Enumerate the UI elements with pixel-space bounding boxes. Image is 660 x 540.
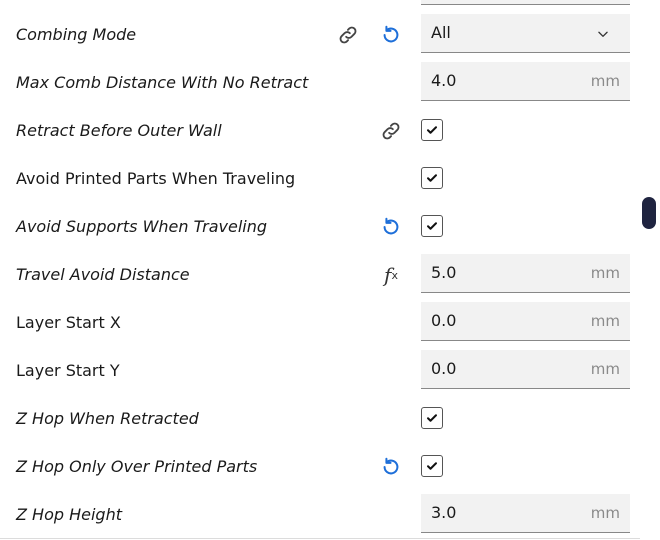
function-icon[interactable]: fx — [379, 263, 403, 287]
setting-checkbox[interactable] — [421, 167, 443, 189]
setting-label: Z Hop Only Over Printed Parts — [16, 457, 258, 476]
link-icon[interactable] — [336, 23, 360, 47]
setting-label: Travel Avoid Distance — [16, 265, 190, 284]
checkmark-icon — [426, 220, 438, 232]
setting-label: Layer Start Y — [16, 361, 120, 380]
setting-label: Retract Before Outer Wall — [16, 121, 222, 140]
reset-icon[interactable] — [379, 23, 403, 47]
setting-row-z-hop-height: Z Hop Height 3.0 mm — [0, 491, 640, 539]
setting-row-z-hop-when-retracted: Z Hop When Retracted — [0, 395, 640, 443]
field-value: All — [431, 23, 451, 42]
checkmark-icon — [426, 172, 438, 184]
function-subscript: x — [391, 268, 398, 282]
link-icon[interactable] — [379, 119, 403, 143]
setting-checkbox[interactable] — [421, 119, 443, 141]
setting-label: Z Hop When Retracted — [16, 409, 199, 428]
setting-row-retract-before-outer-wall: Retract Before Outer Wall — [0, 107, 640, 155]
setting-label: Z Hop Height — [16, 505, 122, 524]
reset-icon[interactable] — [379, 455, 403, 479]
field-value: 3.0 — [431, 503, 457, 522]
setting-label: Avoid Supports When Traveling — [16, 217, 268, 236]
field-unit: mm — [590, 360, 620, 378]
setting-number-input[interactable]: 3.0 mm — [421, 494, 630, 533]
setting-number-input[interactable]: 5.0 mm — [421, 254, 630, 293]
setting-row-layer-start-y: Layer Start Y 0.0 mm — [0, 347, 640, 395]
setting-number-input[interactable]: 0.0 mm — [421, 302, 630, 341]
settings-panel: Combing Mode All Max Comb Distance With No… — [0, 0, 660, 540]
setting-number-input[interactable]: 0.0 mm — [421, 350, 630, 389]
divider — [0, 538, 640, 539]
setting-row-travel-avoid-distance: Travel Avoid Distance f x 5.0 mm — [0, 251, 640, 299]
checkmark-icon — [426, 412, 438, 424]
field-value: 0.0 — [431, 359, 457, 378]
setting-label: Combing Mode — [16, 25, 137, 44]
setting-checkbox[interactable] — [421, 215, 443, 237]
field-value: 0.0 — [431, 311, 457, 330]
field-unit: mm — [590, 504, 620, 522]
setting-checkbox[interactable] — [421, 455, 443, 477]
checkmark-icon — [426, 460, 438, 472]
chevron-down-icon — [596, 26, 610, 40]
setting-dropdown[interactable]: All — [421, 14, 630, 53]
field-unit: mm — [590, 264, 620, 282]
field-unit: mm — [590, 312, 620, 330]
setting-row-avoid-printed-parts: Avoid Printed Parts When Traveling — [0, 155, 640, 203]
field-value: 4.0 — [431, 71, 457, 90]
setting-number-input[interactable]: 4.0 mm — [421, 62, 630, 101]
setting-label: Avoid Printed Parts When Traveling — [16, 169, 296, 188]
scrollbar-thumb[interactable] — [642, 197, 656, 229]
setting-row-max-comb-distance: Max Comb Distance With No Retract 4.0 mm — [0, 59, 640, 107]
checkmark-icon — [426, 124, 438, 136]
field-unit: mm — [590, 72, 620, 90]
field-value: 5.0 — [431, 263, 457, 282]
setting-label: Layer Start X — [16, 313, 121, 332]
function-glyph: f — [384, 263, 392, 287]
previous-setting-field[interactable] — [421, 0, 630, 5]
setting-row-combing-mode: Combing Mode All — [0, 11, 640, 59]
setting-row-z-hop-only-over-printed: Z Hop Only Over Printed Parts — [0, 443, 640, 491]
setting-label: Max Comb Distance With No Retract — [16, 73, 309, 92]
setting-row-avoid-supports: Avoid Supports When Traveling — [0, 203, 640, 251]
setting-row-layer-start-x: Layer Start X 0.0 mm — [0, 299, 640, 347]
setting-checkbox[interactable] — [421, 407, 443, 429]
reset-icon[interactable] — [379, 215, 403, 239]
